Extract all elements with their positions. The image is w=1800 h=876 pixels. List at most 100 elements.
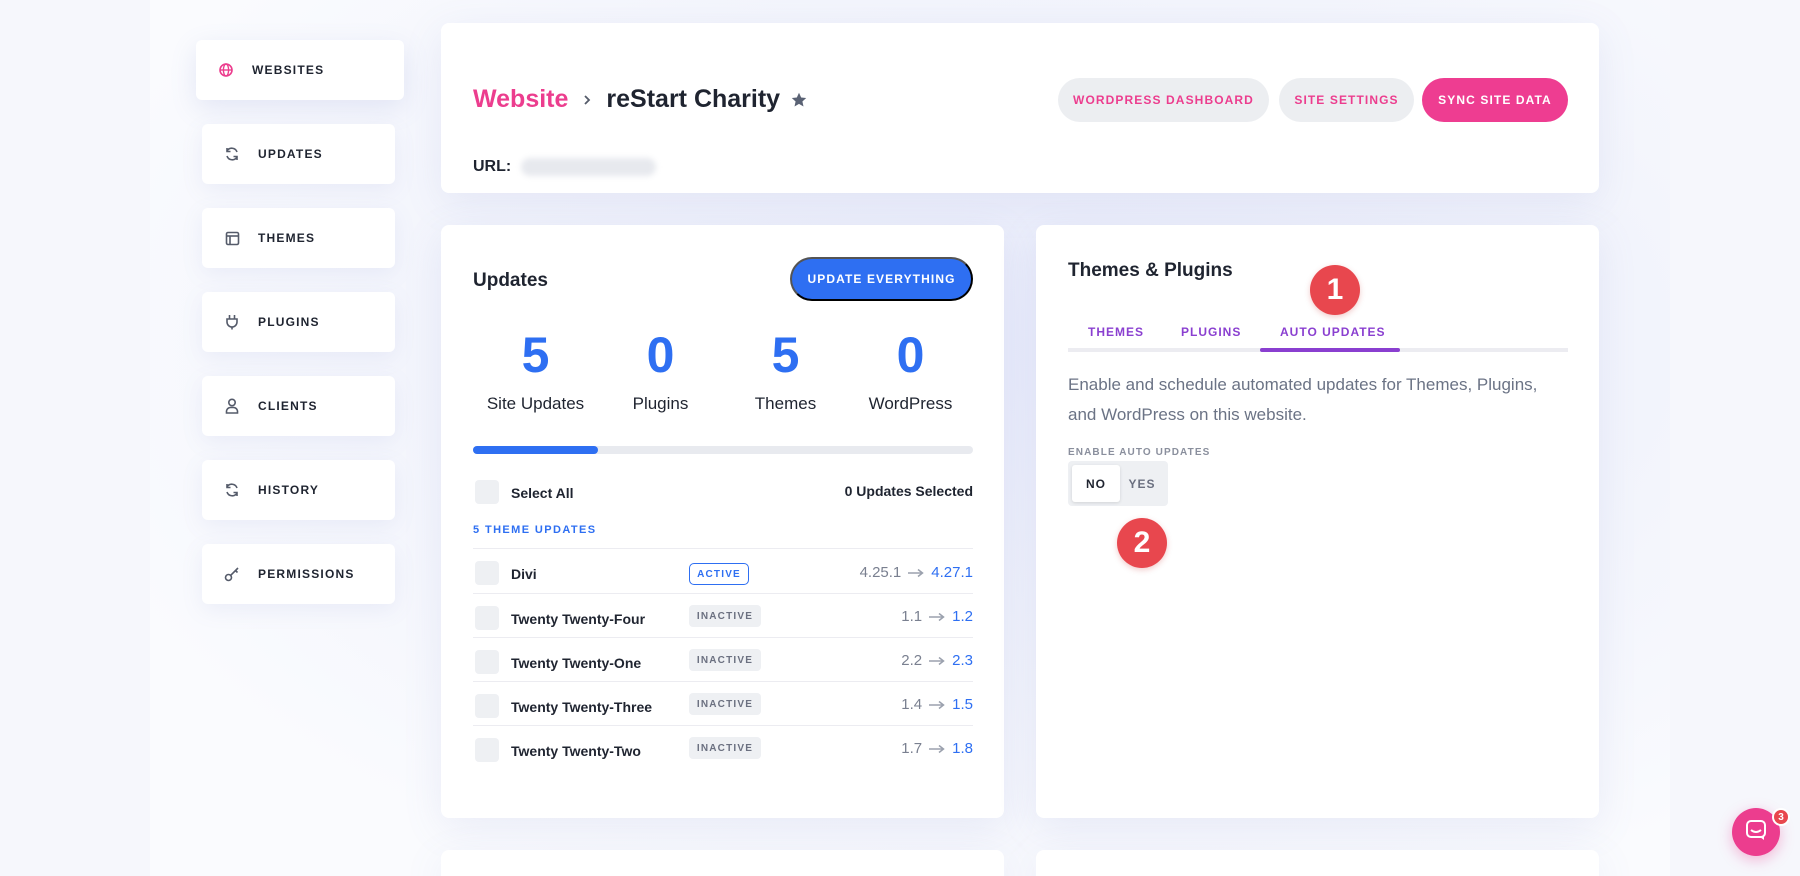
breadcrumb: Website reStart Charity <box>473 85 808 114</box>
stat-site-updates: 5 Site Updates <box>473 330 598 414</box>
version-to: 1.5 <box>952 696 973 713</box>
select-all-label: Select All <box>511 485 574 501</box>
site-header-card: Website reStart Charity URL: WORDPRESS D… <box>441 23 1599 193</box>
stat-plugins: 0 Plugins <box>598 330 723 414</box>
refresh-icon <box>222 144 242 164</box>
plug-icon <box>222 312 242 332</box>
sidebar-item-label: UPDATES <box>258 147 323 161</box>
site-url-redacted <box>521 158 657 176</box>
version-to: 4.27.1 <box>931 564 973 581</box>
version-from: 1.4 <box>901 696 923 713</box>
tab-themes[interactable]: THEMES <box>1088 325 1144 339</box>
section-heading: 5 THEME UPDATES <box>473 524 597 536</box>
sidebar-item-plugins[interactable]: PLUGINS <box>202 292 395 352</box>
update-everything-button[interactable]: UPDATE EVERYTHING <box>790 257 973 301</box>
themes-plugins-card: Themes & Plugins THEMES PLUGINS AUTO UPD… <box>1036 225 1599 818</box>
sidebar-item-label: PLUGINS <box>258 315 320 329</box>
wordpress-dashboard-button[interactable]: WORDPRESS DASHBOARD <box>1058 78 1269 122</box>
theme-name: Twenty Twenty-Two <box>511 743 641 759</box>
chevron-right-icon <box>582 94 592 106</box>
history-icon <box>222 480 242 500</box>
sidebar-item-label: HISTORY <box>258 483 320 497</box>
arrow-right-icon <box>928 612 946 622</box>
status-badge: INACTIVE <box>689 737 761 759</box>
row-checkbox[interactable] <box>475 738 499 762</box>
version-from: 2.2 <box>901 652 923 669</box>
row-divider <box>473 725 973 726</box>
status-badge: INACTIVE <box>689 605 761 627</box>
stat-label: WordPress <box>868 394 953 413</box>
status-badge: ACTIVE <box>689 563 749 585</box>
notification-count-badge: 3 <box>1772 808 1790 826</box>
version-change: 1.7 1.8 <box>901 740 973 757</box>
stat-label: Site Updates <box>486 394 585 413</box>
updates-title: Updates <box>473 270 548 291</box>
version-to: 2.3 <box>952 652 973 669</box>
row-checkbox[interactable] <box>475 561 499 585</box>
layout-icon <box>222 228 242 248</box>
toggle-no-option[interactable]: NO <box>1072 465 1120 502</box>
theme-name: Twenty Twenty-Three <box>511 699 653 715</box>
auto-updates-description: Enable and schedule automated updates fo… <box>1068 375 1538 424</box>
row-checkbox[interactable] <box>475 650 499 674</box>
theme-name: Twenty Twenty-One <box>511 655 642 671</box>
key-icon <box>222 564 242 584</box>
sidebar-item-history[interactable]: HISTORY <box>202 460 395 520</box>
arrow-right-icon <box>928 700 946 710</box>
annotation-marker-2: 2 <box>1117 518 1167 568</box>
breadcrumb-website-link[interactable]: Website <box>473 85 568 114</box>
arrow-right-icon <box>928 744 946 754</box>
sidebar-item-label: PERMISSIONS <box>258 567 355 581</box>
chat-icon <box>1745 819 1767 846</box>
selected-count: 0 Updates Selected <box>844 483 973 499</box>
active-tab-indicator <box>1260 348 1400 352</box>
version-from: 1.1 <box>901 608 923 625</box>
sidebar-item-updates[interactable]: UPDATES <box>202 124 395 184</box>
tab-plugins[interactable]: PLUGINS <box>1181 325 1241 339</box>
sync-site-data-button[interactable]: SYNC SITE DATA <box>1422 78 1568 122</box>
version-from: 1.7 <box>901 740 923 757</box>
progress-fill <box>473 446 598 454</box>
row-divider <box>473 681 973 682</box>
status-badge: INACTIVE <box>689 693 761 715</box>
updates-card: Updates UPDATE EVERYTHING 5 Site Updates… <box>441 225 1004 818</box>
row-checkbox[interactable] <box>475 606 499 630</box>
stat-value: 0 <box>646 327 675 383</box>
stat-themes: 5 Themes <box>723 330 848 414</box>
enable-auto-updates-label: ENABLE AUTO UPDATES <box>1068 447 1211 458</box>
row-divider <box>473 637 973 638</box>
tab-auto-updates[interactable]: AUTO UPDATES <box>1280 325 1386 339</box>
row-divider <box>473 593 973 594</box>
sidebar-item-websites[interactable]: WEBSITES <box>196 40 404 100</box>
sidebar-item-themes[interactable]: THEMES <box>202 208 395 268</box>
row-divider <box>473 548 973 549</box>
user-icon <box>222 396 242 416</box>
version-change: 1.1 1.2 <box>901 608 973 625</box>
stat-label: Themes <box>754 394 817 413</box>
site-settings-button[interactable]: SITE SETTINGS <box>1279 78 1414 122</box>
site-url-row: URL: <box>473 158 657 176</box>
updates-progress-bar <box>473 446 973 454</box>
arrow-right-icon <box>907 568 925 578</box>
version-from: 4.25.1 <box>859 564 902 581</box>
page-title: reStart Charity <box>606 85 781 113</box>
theme-name: Twenty Twenty-Four <box>511 611 646 627</box>
stat-value: 5 <box>771 327 800 383</box>
stat-value: 0 <box>896 327 925 383</box>
star-icon[interactable] <box>790 91 808 109</box>
next-card-right <box>1036 850 1599 876</box>
version-to: 1.8 <box>952 740 973 757</box>
sidebar-item-clients[interactable]: CLIENTS <box>202 376 395 436</box>
url-label: URL: <box>473 158 512 175</box>
auto-updates-toggle: NO YES <box>1068 461 1168 506</box>
select-all-checkbox[interactable] <box>475 480 499 504</box>
toggle-yes-option[interactable]: YES <box>1120 465 1164 502</box>
version-change: 1.4 1.5 <box>901 696 973 713</box>
theme-name: Divi <box>511 566 537 582</box>
stat-value: 5 <box>521 327 550 383</box>
version-change: 2.2 2.3 <box>901 652 973 669</box>
sidebar-item-label: WEBSITES <box>252 63 325 77</box>
version-to: 1.2 <box>952 608 973 625</box>
row-checkbox[interactable] <box>475 694 499 718</box>
sidebar-item-permissions[interactable]: PERMISSIONS <box>202 544 395 604</box>
